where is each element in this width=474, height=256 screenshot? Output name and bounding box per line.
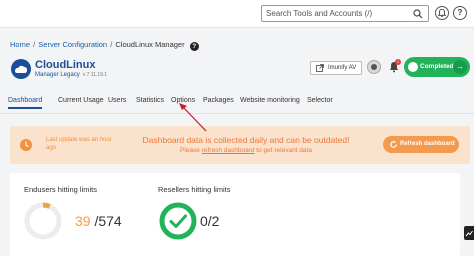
breadcrumb-server-configuration[interactable]: Server Configuration (38, 40, 107, 49)
banner-message: Dashboard data is collected daily and ca… (142, 135, 350, 145)
endusers-value[interactable]: 39 /574 (75, 213, 122, 229)
brand-version: v 7.11.19.1 (82, 72, 108, 78)
check-circle-icon (159, 202, 197, 240)
avatar[interactable] (367, 60, 381, 74)
tab-statistics[interactable]: Statistics (136, 93, 164, 109)
endusers-hitting: 39 (75, 213, 91, 229)
endusers-title[interactable]: Endusers hitting limits (24, 185, 97, 194)
cloudlinux-logo-icon (11, 59, 31, 79)
imunify-av-label: Imunify AV (328, 65, 357, 71)
completed-button[interactable]: Completed → (404, 57, 470, 77)
top-bar: ? (0, 0, 474, 28)
tab-selector[interactable]: Selector (307, 93, 333, 109)
help-icon[interactable]: ? (453, 6, 467, 20)
resellers-value[interactable]: 0/2 (200, 213, 219, 229)
banner-sub-prefix: Please (180, 147, 200, 154)
banner-submessage: Please refresh dashboard to get relevant… (136, 147, 356, 154)
breadcrumb-current: CloudLinux Manager (115, 40, 185, 49)
imunify-av-button[interactable]: Imunify AV (310, 61, 362, 75)
refresh-dashboard-link[interactable]: refresh dashboard (202, 147, 255, 154)
tab-dashboard[interactable]: Dashboard (8, 93, 43, 109)
clock-icon (20, 139, 32, 151)
breadcrumb: Home / Server Configuration / CloudLinux… (10, 40, 199, 51)
last-update-text: Last update was an hour ago (46, 137, 112, 151)
completed-label: Completed (420, 63, 454, 70)
refresh-dashboard-button[interactable]: Refresh dashboard (383, 136, 459, 153)
endusers-total: /574 (94, 213, 122, 229)
search-box[interactable] (261, 5, 429, 22)
breadcrumb-home[interactable]: Home (10, 40, 30, 49)
brand-subtitle-text: Manager Legacy (35, 72, 80, 78)
question-icon[interactable]: ? (189, 42, 199, 51)
banner-sub-suffix: to get relevant data (256, 147, 312, 154)
tab-website-monitoring[interactable]: Website monitoring (240, 93, 300, 109)
tabs-divider (0, 113, 474, 114)
brand-title: CloudLinux (35, 59, 96, 71)
external-link-icon (316, 64, 324, 72)
resellers-title[interactable]: Resellers hitting limits (158, 185, 231, 194)
search-icon[interactable] (413, 9, 423, 19)
search-input[interactable] (266, 6, 406, 21)
notification-badge: 1 (395, 59, 401, 65)
breadcrumb-separator: / (33, 40, 36, 49)
notifications-icon[interactable] (435, 6, 449, 20)
tab-packages[interactable]: Packages (203, 93, 234, 109)
brand-subtitle: Manager Legacy v 7.11.19.1 (35, 72, 107, 78)
endusers-ring (24, 202, 62, 240)
tab-options[interactable]: Options (171, 93, 195, 109)
breadcrumb-separator: / (110, 40, 113, 49)
limits-panel: Endusers hitting limits 39 /574 Reseller… (10, 173, 460, 256)
arrow-right-icon: → (453, 60, 467, 74)
refresh-icon (390, 140, 397, 148)
tab-users[interactable]: Users (108, 93, 126, 109)
chart-toggle-icon[interactable] (464, 226, 474, 240)
tab-current-usage[interactable]: Current Usage (58, 93, 104, 109)
outdated-data-banner: Last update was an hour ago Dashboard da… (10, 126, 470, 164)
completed-status-icon (408, 62, 418, 72)
refresh-dashboard-label: Refresh dashboard (400, 141, 455, 147)
